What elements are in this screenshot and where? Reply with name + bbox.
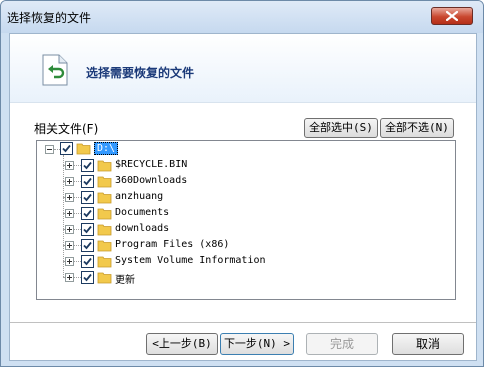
folder-checkbox[interactable] — [81, 239, 94, 252]
folder-checkbox[interactable] — [81, 207, 94, 220]
folder-icon — [97, 256, 112, 268]
tree-folder-node[interactable]: anzhuang — [37, 189, 455, 205]
close-x-icon — [446, 11, 458, 21]
expand-icon[interactable] — [65, 225, 74, 234]
tree-folder-node[interactable]: $RECYCLE.BIN — [37, 157, 455, 173]
folder-icon — [97, 192, 112, 204]
checkmark-icon — [83, 225, 92, 234]
collapse-icon[interactable] — [45, 145, 54, 154]
close-button[interactable] — [431, 7, 473, 25]
folder-checkbox[interactable] — [81, 191, 94, 204]
files-label: 相关文件(F) — [34, 122, 99, 136]
footer-divider — [10, 322, 476, 323]
finish-button[interactable]: 完成 — [306, 333, 378, 355]
tree-node-label[interactable]: Program Files (x86) — [115, 239, 229, 250]
folder-icon — [97, 160, 112, 172]
folder-checkbox[interactable] — [81, 271, 94, 284]
expand-icon[interactable] — [65, 161, 74, 170]
tree-node-label[interactable]: $RECYCLE.BIN — [115, 159, 187, 170]
folder-icon — [76, 143, 91, 155]
folder-checkbox[interactable] — [81, 223, 94, 236]
tree-folder-node[interactable]: Documents — [37, 205, 455, 221]
next-button[interactable]: 下一步(N) > — [220, 333, 294, 355]
dialog-window: 选择恢复的文件 选择需要恢复的文件 相关文件(F) 全部选中(S) 全部不选(N… — [0, 0, 484, 367]
dialog-client: 选择需要恢复的文件 相关文件(F) 全部选中(S) 全部不选(N) D:\ $R… — [9, 33, 477, 361]
tree-folder-node[interactable]: System Volume Information — [37, 253, 455, 269]
deselect-all-button[interactable]: 全部不选(N) — [380, 118, 454, 138]
checkmark-icon — [83, 177, 92, 186]
checkmark-icon — [83, 273, 92, 282]
checkmark-icon — [83, 209, 92, 218]
expand-icon[interactable] — [65, 193, 74, 202]
expand-icon[interactable] — [65, 241, 74, 250]
expand-icon[interactable] — [65, 273, 74, 282]
tree-folder-node[interactable]: Program Files (x86) — [37, 237, 455, 253]
select-all-button[interactable]: 全部选中(S) — [304, 118, 378, 138]
folder-icon — [97, 240, 112, 252]
expand-icon[interactable] — [65, 177, 74, 186]
tree-node-label[interactable]: downloads — [115, 223, 169, 234]
title-bar[interactable]: 选择恢复的文件 — [1, 1, 483, 33]
folder-checkbox[interactable] — [81, 175, 94, 188]
checkmark-icon — [83, 161, 92, 170]
tree-node-label[interactable]: System Volume Information — [115, 255, 266, 266]
tree-folder-node[interactable]: 更新 — [37, 269, 455, 286]
root-checkbox[interactable] — [60, 142, 73, 155]
tree-root-node[interactable]: D:\ — [37, 141, 455, 157]
folder-icon — [97, 176, 112, 188]
folder-icon — [97, 272, 112, 284]
tree-folder-node[interactable]: downloads — [37, 221, 455, 237]
back-button[interactable]: <上一步(B) — [146, 333, 218, 355]
tree-node-label[interactable]: 更新 — [115, 271, 135, 286]
folder-icon — [97, 224, 112, 236]
checkmark-icon — [83, 241, 92, 250]
tree-root-label[interactable]: D:\ — [94, 142, 119, 155]
cancel-button[interactable]: 取消 — [392, 333, 464, 355]
folder-checkbox[interactable] — [81, 159, 94, 172]
restore-file-icon — [42, 54, 68, 86]
checkmark-icon — [62, 144, 71, 153]
tree-node-label[interactable]: Documents — [115, 207, 169, 218]
tree-node-label[interactable]: 360Downloads — [115, 175, 187, 186]
folder-checkbox[interactable] — [81, 255, 94, 268]
window-title: 选择恢复的文件 — [7, 11, 92, 25]
checkmark-icon — [83, 193, 92, 202]
tree-folder-node[interactable]: 360Downloads — [37, 173, 455, 189]
expand-icon[interactable] — [65, 209, 74, 218]
header-divider — [10, 102, 476, 103]
header-title: 选择需要恢复的文件 — [86, 66, 195, 80]
checkmark-icon — [83, 257, 92, 266]
expand-icon[interactable] — [65, 257, 74, 266]
tree-node-label[interactable]: anzhuang — [115, 191, 163, 202]
file-tree[interactable]: D:\ $RECYCLE.BIN 360Downloads anzhuang Docu… — [36, 140, 456, 300]
folder-icon — [97, 208, 112, 220]
wizard-header: 选择需要恢复的文件 — [10, 34, 476, 102]
